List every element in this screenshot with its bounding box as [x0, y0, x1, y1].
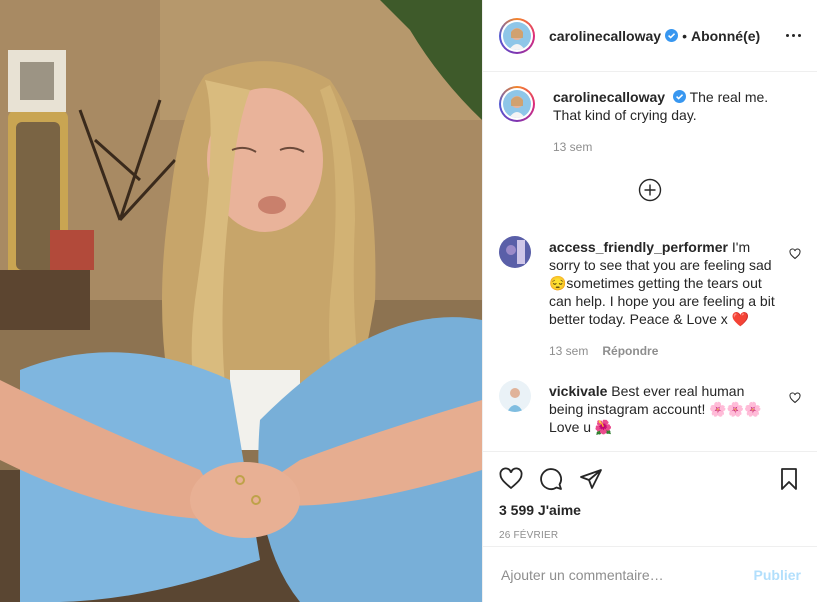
caption: carolinecalloway The real me. That kind … — [499, 86, 801, 156]
avatar-photo — [499, 380, 531, 412]
avatar-photo — [499, 236, 531, 268]
author-avatar[interactable] — [499, 17, 535, 54]
comment-time[interactable]: 13 sem — [549, 342, 588, 360]
comment-input[interactable] — [499, 565, 754, 584]
post-photo[interactable] — [0, 0, 482, 602]
post-side-panel: carolinecalloway • Abonné(e) carolinecal… — [482, 0, 817, 602]
reply-button[interactable]: Répondre — [602, 342, 658, 360]
separator-dot: • — [682, 27, 687, 44]
more-dot-icon — [786, 34, 789, 37]
heart-outline-icon[interactable] — [789, 392, 801, 404]
post-actions: 3 599 J'aime 26 FÉVRIER — [483, 451, 817, 546]
comments-section[interactable]: carolinecalloway The real me. That kind … — [483, 72, 817, 451]
comment-bubble-icon[interactable] — [539, 467, 563, 491]
author-username[interactable]: carolinecalloway — [549, 28, 661, 44]
follow-status-button[interactable]: Abonné(e) — [691, 28, 760, 44]
more-dot-icon — [792, 34, 795, 37]
commenter-avatar[interactable] — [499, 380, 531, 412]
comment-item: access_friendly_performer I'm sorry to s… — [499, 236, 801, 360]
commenter-username[interactable]: vickivale — [549, 383, 607, 399]
caption-username[interactable]: carolinecalloway — [553, 89, 665, 105]
commenter-username[interactable]: access_friendly_performer — [549, 239, 728, 255]
bookmark-icon[interactable] — [777, 467, 801, 491]
post-date[interactable]: 26 FÉVRIER — [499, 530, 801, 541]
caption-avatar[interactable] — [499, 86, 535, 122]
action-icons-row — [499, 460, 801, 498]
commenter-avatar[interactable] — [499, 236, 531, 268]
heart-outline-icon[interactable] — [789, 248, 801, 260]
load-more-comments[interactable] — [499, 178, 801, 202]
avatar-photo — [503, 90, 531, 118]
add-comment-bar: Publier — [483, 546, 817, 602]
comment-item: vickivale Best ever real human being ins… — [499, 380, 801, 436]
like-heart-icon[interactable] — [499, 467, 523, 491]
share-paper-plane-icon[interactable] — [579, 467, 603, 491]
avatar-photo — [503, 21, 531, 50]
plus-circle-icon — [638, 178, 662, 202]
post-photo-illustration — [0, 0, 482, 602]
verified-badge-icon — [665, 29, 679, 42]
more-dot-icon — [798, 34, 801, 37]
post-header: carolinecalloway • Abonné(e) — [483, 0, 817, 72]
instagram-post: carolinecalloway • Abonné(e) carolinecal… — [0, 0, 817, 602]
verified-badge-icon — [672, 90, 686, 103]
publish-button[interactable]: Publier — [754, 567, 801, 583]
likes-count[interactable]: 3 599 J'aime — [499, 502, 801, 518]
caption-time[interactable]: 13 sem — [553, 138, 592, 156]
more-options-button[interactable] — [786, 34, 801, 37]
